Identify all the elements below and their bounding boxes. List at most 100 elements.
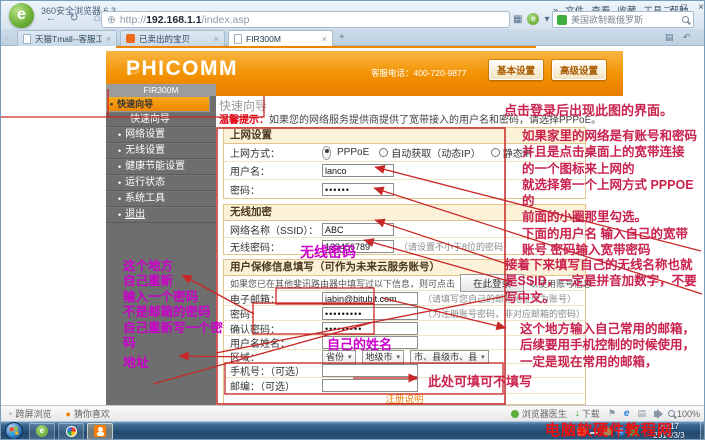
ie-icon[interactable]: e (624, 408, 630, 419)
close-button[interactable]: × (695, 2, 704, 13)
search-box[interactable]: 美国欲制裁俄罗斯 (552, 11, 694, 28)
tray-dash-icon[interactable] (590, 431, 599, 434)
field-hint: （请设置不小于8位的密码） (399, 242, 513, 252)
download-item[interactable]: ↓ 下载 (575, 407, 600, 420)
model-label: FIR300M (106, 84, 216, 96)
radio-pppoe[interactable] (322, 145, 331, 160)
tray-ie-icon[interactable]: e (616, 426, 625, 436)
province-select[interactable]: 省份 ▾ (322, 349, 356, 364)
browser-logo-icon: e (9, 3, 34, 28)
login-here-button[interactable]: 在此登录 (460, 274, 525, 292)
zipcode-input[interactable] (322, 379, 418, 392)
snapshot-icon[interactable]: ▤ (637, 408, 646, 419)
county-select[interactable]: 市、县级市、县 ▾ (410, 349, 489, 364)
taskbar-wangwang-icon[interactable] (87, 422, 113, 439)
speaker-icon[interactable] (653, 408, 663, 419)
taskbar-360browser-icon[interactable]: e (29, 422, 55, 439)
sidebar: • 快速向导 快速向导 • 网络设置 • 无线设置 • 健康节能设置 • 运行状态 • 系统… (106, 96, 216, 405)
tab-sold-items[interactable]: 已卖出的宝贝 × (120, 30, 225, 46)
radio-static-ip[interactable] (490, 148, 500, 157)
bullet-icon: • (118, 161, 122, 172)
system-tray: e 20:17 2014/3/3 (577, 421, 704, 439)
refresh-button[interactable]: ↻ (66, 11, 82, 27)
flag-icon[interactable]: ⚑ (608, 408, 616, 419)
cross-screen-item[interactable]: ◔ 跨屏浏览 (7, 407, 51, 420)
chevron-down-icon: ▾ (396, 353, 401, 361)
search-icon[interactable] (682, 16, 689, 23)
tray-contact-icon[interactable] (603, 426, 612, 436)
browser-e-icon: e (36, 425, 48, 437)
show-desktop-button[interactable] (700, 421, 704, 439)
row-connect-mode: 上网方式： PPPoE 自动获取（动态IP） 静态IP (224, 144, 585, 162)
sidebar-item-network[interactable]: • 网络设置 (106, 127, 216, 143)
tab-close-icon[interactable]: × (106, 34, 111, 44)
address-bar[interactable]: ⊕ http://192.168.1.1/index.asp (101, 11, 510, 28)
row-confirm-password: 确认密码： ••••••••• (224, 321, 585, 336)
sidebar-item-quick-wizard[interactable]: • 快速向导 (106, 96, 210, 112)
clock[interactable]: 20:17 2014/3/3 (645, 422, 693, 439)
radio-label[interactable]: 静态IP (503, 145, 532, 160)
page-top-border (116, 46, 536, 48)
tray-wangwang-icon[interactable] (577, 426, 586, 436)
start-button[interactable] (5, 422, 23, 439)
speed-mode-icon[interactable]: e (527, 13, 540, 25)
mobile-input[interactable] (322, 364, 418, 377)
sidebar-item-wireless[interactable]: • 无线设置 (106, 143, 216, 159)
radio-label[interactable]: 自动获取（动态IP） (391, 145, 480, 160)
confirm-password-input[interactable]: ••••••••• (322, 321, 418, 335)
tab-list-icon[interactable]: ▤ (665, 32, 674, 43)
wireless-password-input[interactable]: 123456789 (322, 240, 394, 253)
sidebar-item-eco[interactable]: • 健康节能设置 (106, 159, 216, 175)
session-icon[interactable]: ◦ (6, 33, 9, 42)
city-select[interactable]: 地级市 ▾ (361, 349, 405, 364)
bank-mode-icon[interactable]: ▦ (513, 14, 522, 25)
intro-text: 以使用账号信息 (529, 278, 593, 289)
tray-360-icon[interactable] (629, 426, 638, 436)
guess-you-like-item[interactable]: ● 猜你喜欢 (65, 407, 109, 420)
tab-fir300m[interactable]: FIR300M × (228, 30, 333, 47)
bullet-icon: • (118, 145, 122, 156)
sidebar-item-status[interactable]: • 运行状态 (106, 175, 216, 191)
zoom-control[interactable]: 100% (667, 409, 700, 419)
email-input[interactable]: jabin@bitubit.com (322, 291, 418, 305)
sidebar-item-label: 网络设置 (125, 128, 166, 140)
wan-username-input[interactable]: lanco (322, 164, 394, 177)
tab-title: 天猫Tmall--客服工作平台 (35, 33, 102, 44)
account-password-input[interactable]: ••••••••• (322, 306, 418, 320)
field-hint: （请填写您自己的邮箱地址作为账号） (423, 293, 577, 304)
restore-tab-icon[interactable]: ↶ (683, 32, 691, 43)
wan-password-input[interactable]: •••••• (322, 182, 394, 196)
advanced-settings-button[interactable]: 高级设置 (552, 60, 607, 80)
radio-label[interactable]: PPPoE (337, 147, 369, 158)
field-label: 网络名称（SSID）： (230, 225, 319, 237)
sidebar-subitem-quick-wizard[interactable]: 快速向导 (106, 112, 216, 127)
taskbar-antivirus-icon[interactable] (58, 422, 84, 439)
browser-chrome: e 360安全浏览器 6.3 » 文件 查看 收藏 工具 帮助 – □ × ← … (1, 1, 704, 29)
row-account-password: 密码： ••••••••• （为注册账号密码，非对应邮箱的密码） (224, 306, 585, 321)
addressbar-extensions: ▦ e ▾ (513, 13, 549, 25)
section-wireless: 无线加密 网络名称（SSID）： ABC 无线密码： 123456789 （请设… (223, 204, 586, 255)
browser-doctor-item[interactable]: 浏览器医生 (510, 407, 567, 420)
search-input[interactable]: 美国欲制裁俄罗斯 (571, 13, 678, 26)
header-buttons: 基本设置 高级设置 (489, 60, 607, 80)
tab-close-icon[interactable]: × (322, 34, 327, 44)
sidebar-item-logout[interactable]: • 退出 (106, 207, 216, 223)
ssid-input[interactable]: ABC (322, 222, 394, 236)
tab-title: FIR300M (246, 34, 281, 44)
sidebar-item-tools[interactable]: • 系统工具 (106, 191, 216, 207)
site-safety-icon[interactable]: ⊕ (107, 14, 116, 26)
url-path: /index.asp (201, 13, 250, 26)
new-tab-button[interactable]: + (339, 32, 345, 43)
tab-tmall[interactable]: 天猫Tmall--客服工作平台 × (17, 30, 117, 46)
back-button[interactable]: ← (43, 11, 59, 27)
radio-dynamic-ip[interactable] (379, 148, 389, 157)
bullet-icon: • (118, 177, 122, 188)
chevron-down-icon[interactable]: ▾ (544, 14, 549, 25)
tab-close-icon[interactable]: × (214, 34, 219, 44)
basic-settings-button[interactable]: 基本设置 (489, 60, 544, 80)
tip-line: 温馨提示：如果您的网络服务提供商提供了宽带接入的用户名和密码，请选择PPPoE。 (219, 111, 601, 126)
status-bar: ◔ 跨屏浏览 ● 猜你喜欢 浏览器医生 ↓ 下载 ⚑ e ▤ 100% (1, 405, 704, 421)
name-input[interactable] (322, 336, 418, 349)
chevron-down-icon: ▾ (481, 353, 485, 361)
page-icon (23, 33, 31, 44)
